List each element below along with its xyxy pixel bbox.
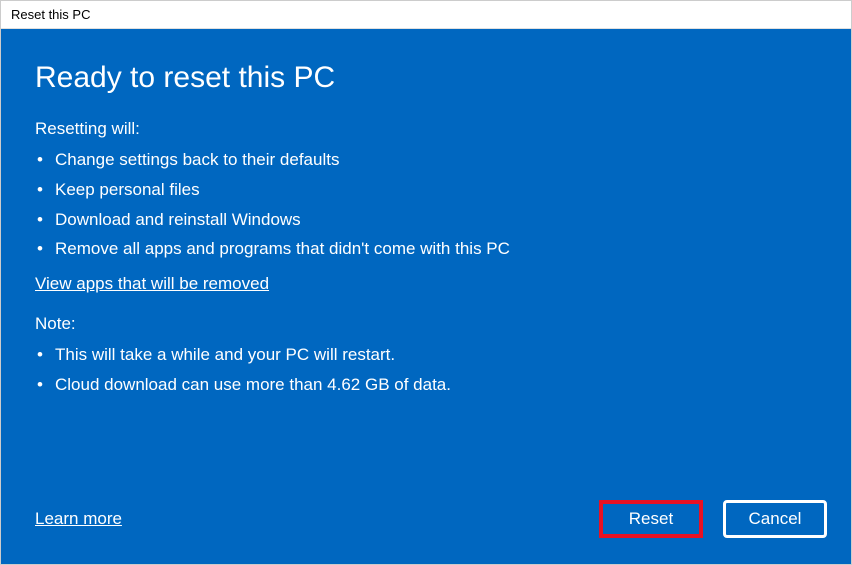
learn-more-link[interactable]: Learn more <box>35 509 122 529</box>
titlebar: Reset this PC <box>1 1 851 29</box>
list-item: Change settings back to their defaults <box>51 145 817 175</box>
resetting-label: Resetting will: <box>35 119 817 139</box>
resetting-list: Change settings back to their defaults K… <box>35 145 817 264</box>
button-row: Reset Cancel <box>599 500 827 538</box>
list-item: This will take a while and your PC will … <box>51 340 817 370</box>
dialog-footer: Learn more Reset Cancel <box>35 500 827 538</box>
note-label: Note: <box>35 314 817 334</box>
list-item: Keep personal files <box>51 175 817 205</box>
page-title: Ready to reset this PC <box>35 61 817 95</box>
list-item: Download and reinstall Windows <box>51 205 817 235</box>
reset-button[interactable]: Reset <box>599 500 703 538</box>
list-item: Remove all apps and programs that didn't… <box>51 234 817 264</box>
view-apps-link[interactable]: View apps that will be removed <box>35 274 817 294</box>
reset-pc-dialog: Reset this PC Ready to reset this PC Res… <box>0 0 852 565</box>
list-item: Cloud download can use more than 4.62 GB… <box>51 370 817 400</box>
note-list: This will take a while and your PC will … <box>35 340 817 400</box>
cancel-button[interactable]: Cancel <box>723 500 827 538</box>
window-title: Reset this PC <box>11 7 90 22</box>
dialog-content: Ready to reset this PC Resetting will: C… <box>1 29 851 564</box>
